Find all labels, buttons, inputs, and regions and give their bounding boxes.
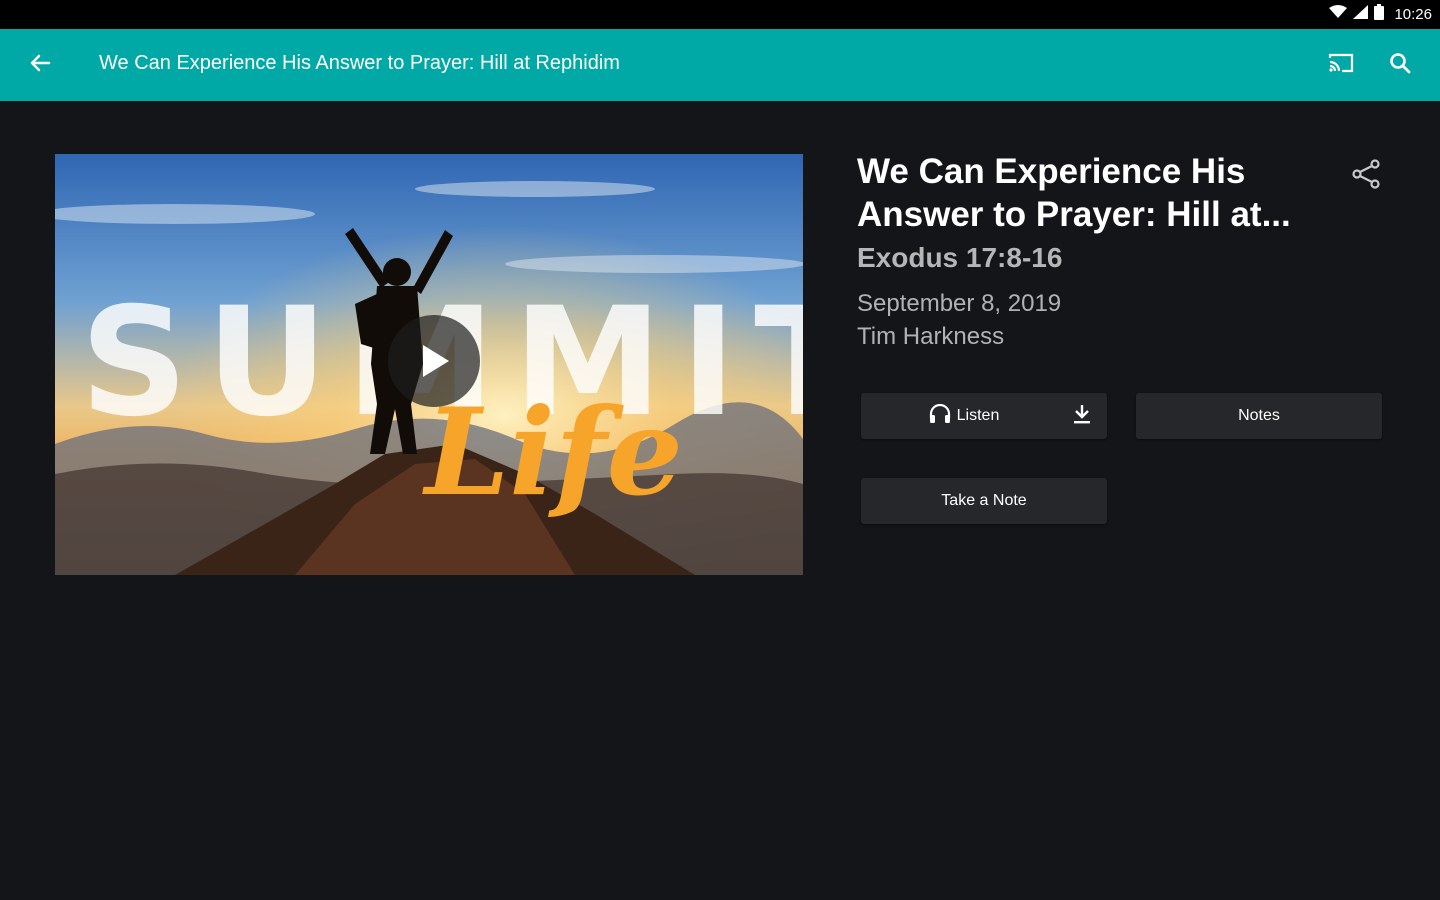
- back-arrow-icon: [29, 52, 51, 79]
- wifi-icon: [1329, 5, 1348, 24]
- headphones-icon: [929, 403, 951, 429]
- share-icon: [1351, 158, 1381, 195]
- search-button[interactable]: [1382, 47, 1418, 83]
- search-icon: [1388, 51, 1412, 80]
- sermon-scripture: Exodus 17:8-16: [857, 242, 1063, 273]
- take-note-label: Take a Note: [941, 492, 1027, 509]
- battery-icon: [1374, 4, 1385, 25]
- listen-button[interactable]: Listen: [861, 393, 1107, 439]
- play-icon: [417, 342, 451, 380]
- svg-text:Life: Life: [422, 382, 683, 523]
- back-button[interactable]: [22, 47, 58, 83]
- status-bar: 10:26: [0, 0, 1440, 29]
- signal-icon: [1353, 5, 1369, 24]
- sermon-date: September 8, 2019: [857, 290, 1062, 317]
- notes-button[interactable]: Notes: [1136, 393, 1382, 439]
- sermon-info: We Can Experience His Answer to Prayer: …: [857, 150, 1297, 354]
- status-icons: 10:26: [1329, 0, 1432, 29]
- sermon-artwork[interactable]: SUMMIT Life: [55, 154, 803, 575]
- listen-label: Listen: [956, 407, 1000, 424]
- status-time: 10:26: [1394, 6, 1432, 23]
- cast-icon: [1327, 52, 1355, 79]
- download-button[interactable]: [1069, 403, 1095, 429]
- app-bar-title: We Can Experience His Answer to Prayer: …: [99, 52, 620, 74]
- take-note-button[interactable]: Take a Note: [861, 478, 1107, 524]
- app-bar: We Can Experience His Answer to Prayer: …: [0, 29, 1440, 101]
- sermon-speaker: Tim Harkness: [857, 323, 1005, 350]
- play-button[interactable]: [388, 315, 480, 407]
- cast-button[interactable]: [1322, 47, 1360, 83]
- share-button[interactable]: [1348, 158, 1384, 194]
- listen-inner: Listen: [929, 403, 1000, 429]
- download-icon: [1072, 403, 1092, 430]
- notes-label: Notes: [1238, 407, 1280, 424]
- sermon-title: We Can Experience His Answer to Prayer: …: [857, 152, 1291, 234]
